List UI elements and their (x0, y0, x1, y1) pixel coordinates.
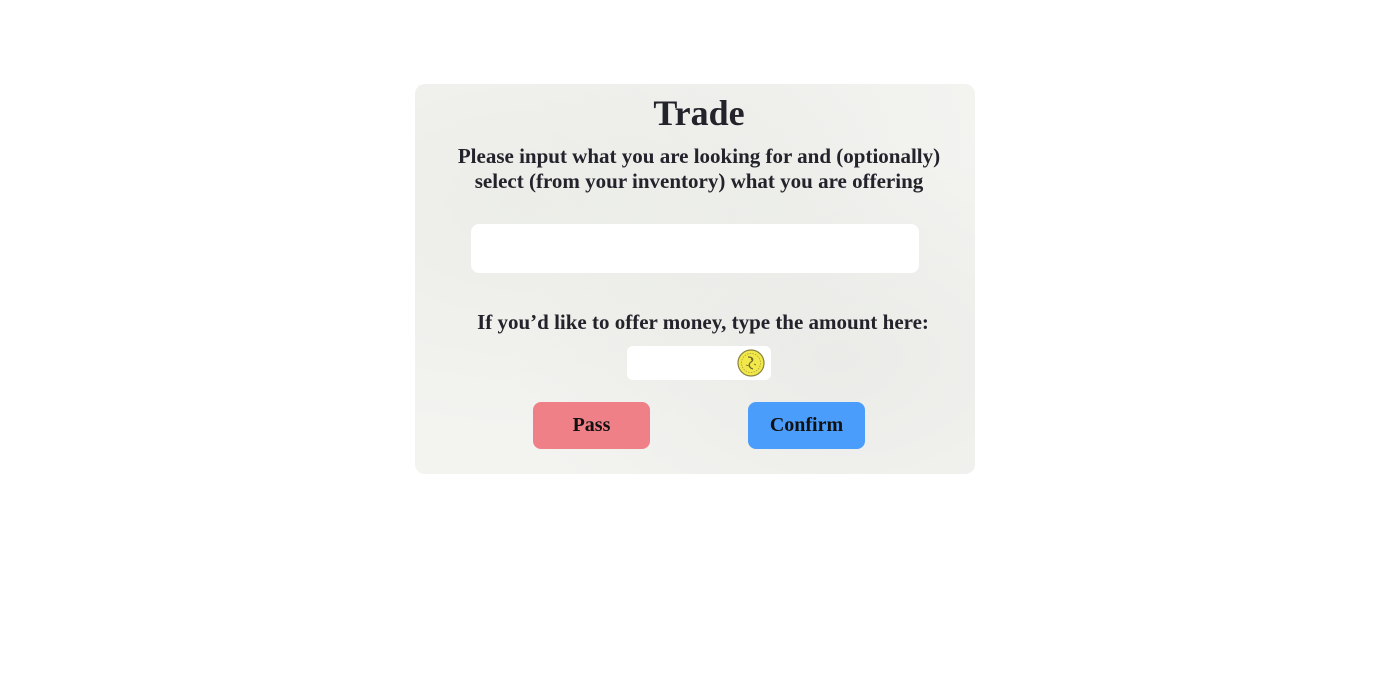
pass-button[interactable]: Pass (533, 402, 650, 449)
trade-panel: Trade Please input what you are looking … (415, 84, 975, 474)
confirm-button[interactable]: Confirm (748, 402, 865, 449)
money-amount-input[interactable] (627, 346, 733, 380)
looking-for-input[interactable] (471, 224, 919, 273)
trade-instructions: Please input what you are looking for an… (457, 144, 941, 193)
trade-title: Trade (653, 93, 745, 133)
coin-icon (737, 349, 765, 377)
money-amount-field (627, 346, 771, 380)
money-offer-label: If you’d like to offer money, type the a… (477, 310, 929, 334)
